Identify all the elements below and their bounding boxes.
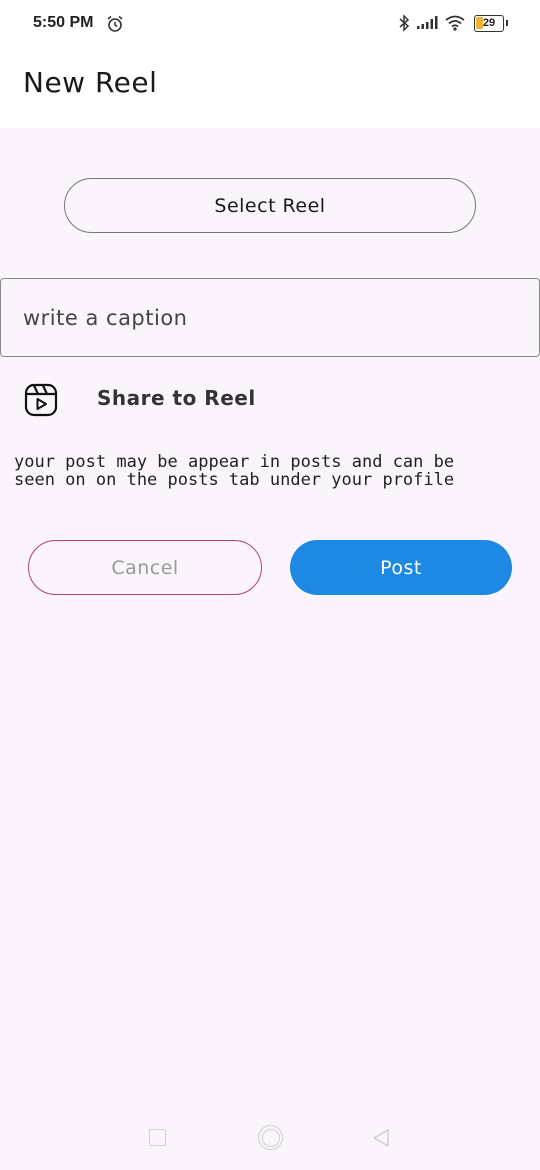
wifi-icon xyxy=(445,15,465,31)
alarm-icon xyxy=(107,15,123,32)
caption-field[interactable] xyxy=(0,278,540,357)
post-button[interactable]: Post xyxy=(290,540,512,595)
battery-level: 29 xyxy=(482,17,496,29)
app-bar: New Reel xyxy=(0,40,540,128)
battery-icon: 29 xyxy=(474,15,504,32)
status-time: 5:50 PM xyxy=(33,14,94,31)
back-icon[interactable] xyxy=(372,1128,390,1148)
battery-tip xyxy=(506,20,508,26)
page-title: New Reel xyxy=(23,66,158,99)
navigation-bar xyxy=(0,1110,540,1170)
home-icon[interactable] xyxy=(258,1125,283,1150)
share-to-reel-label: Share to Reel xyxy=(97,386,256,410)
recents-icon[interactable] xyxy=(149,1129,166,1146)
info-text-line: your post may be appear in posts and can… xyxy=(14,452,455,472)
info-text-line: seen on on the posts tab under your prof… xyxy=(14,470,455,490)
cancel-button[interactable]: Cancel xyxy=(28,540,262,595)
reel-icon xyxy=(24,383,58,417)
info-text: your post may be appear in posts and can… xyxy=(14,453,514,489)
bluetooth-icon xyxy=(399,14,410,32)
signal-icon xyxy=(417,16,438,29)
select-reel-button[interactable]: Select Reel xyxy=(64,178,476,233)
share-to-reel-row[interactable]: Share to Reel xyxy=(0,380,540,420)
status-bar: 5:50 PM 29 xyxy=(0,0,540,40)
caption-input[interactable] xyxy=(23,303,523,333)
